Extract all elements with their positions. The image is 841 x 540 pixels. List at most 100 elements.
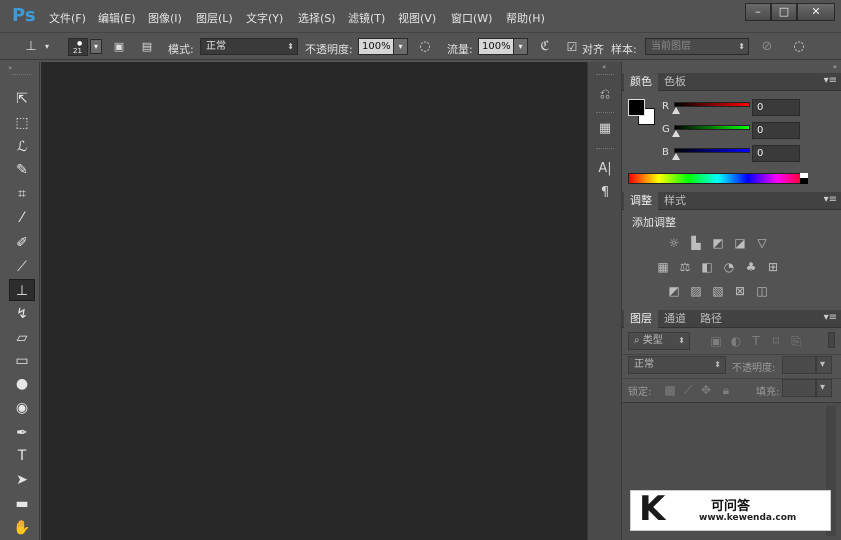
invert-icon[interactable]: ◩ — [666, 284, 682, 298]
clone-stamp-tool-icon[interactable]: ⊥ — [9, 279, 35, 301]
hand-tool-icon[interactable]: ✋ — [9, 517, 35, 539]
brightness-contrast-icon[interactable]: ☼ — [666, 236, 682, 250]
color-balance-icon[interactable]: ⚖ — [677, 260, 693, 274]
channel-mixer-icon[interactable]: ♣ — [743, 260, 759, 274]
ramp-black-swatch[interactable] — [800, 178, 808, 184]
tab-adjustments[interactable]: 调整 — [624, 192, 658, 210]
black-white-icon[interactable]: ◧ — [699, 260, 715, 274]
pen-tool-icon[interactable]: ✒ — [9, 422, 35, 444]
gradient-tool-icon[interactable]: ▭ — [9, 350, 35, 372]
clone-stamp-preset-icon[interactable]: ⊥ — [22, 38, 40, 56]
lasso-tool-icon[interactable]: ℒ — [9, 136, 35, 158]
dodge-tool-icon[interactable]: ◉ — [9, 397, 35, 419]
marquee-tool-icon[interactable]: ⬚ — [9, 112, 35, 134]
layer-filter-select[interactable]: ⌕ 类型 ⬍ — [628, 332, 690, 350]
type-tool-icon[interactable]: T — [9, 445, 35, 467]
character-panel-icon[interactable]: A| — [592, 158, 618, 180]
photo-filter-icon[interactable]: ◔ — [721, 260, 737, 274]
collapse-panels-icon[interactable]: » — [833, 63, 837, 71]
tab-channels[interactable]: 通道 — [658, 310, 692, 328]
panel-menu-icon[interactable]: ▾≡ — [824, 75, 837, 86]
menu-edit[interactable]: 编辑(E) — [98, 10, 136, 26]
menu-file[interactable]: 文件(F) — [49, 10, 86, 26]
tab-layers[interactable]: 图层 — [624, 310, 658, 328]
brush-tool-icon[interactable]: ⟋ — [9, 256, 35, 278]
fill-input[interactable] — [782, 379, 816, 397]
airbrush-icon[interactable]: ℭ — [536, 38, 554, 56]
brush-picker-dropdown[interactable]: ▾ — [90, 39, 102, 54]
move-tool-icon[interactable]: ⇱ — [9, 88, 35, 110]
paragraph-panel-icon[interactable]: ¶ — [592, 182, 618, 204]
properties-panel-icon[interactable]: ▦ — [592, 118, 618, 140]
dock-grip-2[interactable] — [596, 112, 614, 113]
maximize-button[interactable]: □ — [771, 3, 797, 21]
tab-paths[interactable]: 路径 — [694, 310, 728, 328]
path-select-tool-icon[interactable]: ➤ — [9, 469, 35, 491]
blur-tool-icon[interactable]: ● — [9, 373, 35, 395]
dock-grip-3[interactable] — [596, 148, 614, 149]
tab-swatches[interactable]: 色板 — [658, 73, 692, 91]
tools-grip[interactable] — [12, 74, 32, 75]
clone-source-icon[interactable]: ▤ — [138, 38, 156, 56]
menu-view[interactable]: 视图(V) — [398, 10, 436, 26]
pressure-opacity-icon[interactable]: ◌ — [416, 38, 434, 56]
menu-select[interactable]: 选择(S) — [298, 10, 336, 26]
channel-b-input[interactable]: 0 — [752, 145, 800, 162]
fill-dropdown[interactable]: ▾ — [816, 379, 832, 397]
layer-opacity-dropdown[interactable]: ▾ — [816, 356, 832, 374]
lock-all-icon[interactable]: 🔒︎ — [718, 383, 734, 397]
quick-select-tool-icon[interactable]: ✎ — [9, 159, 35, 181]
shape-tool-icon[interactable]: ▬ — [9, 493, 35, 515]
panel-menu-icon[interactable]: ▾≡ — [824, 312, 837, 323]
selective-color-icon[interactable]: ⊠ — [732, 284, 748, 298]
tool-preset-dropdown-icon[interactable]: ▾ — [42, 38, 52, 56]
menu-type[interactable]: 文字(Y) — [246, 10, 283, 26]
history-panel-icon[interactable]: ⎌ — [592, 84, 618, 106]
filter-toggle[interactable] — [828, 332, 835, 348]
panel-menu-icon[interactable]: ▾≡ — [824, 194, 837, 205]
ignore-adjustment-icon[interactable]: ⊘ — [758, 38, 776, 56]
tab-color[interactable]: 颜色 — [624, 73, 658, 91]
lock-transparent-icon[interactable]: ▩ — [662, 383, 678, 397]
eraser-tool-icon[interactable]: ▱ — [9, 327, 35, 349]
healing-brush-tool-icon[interactable]: ✐ — [9, 232, 35, 254]
threshold-icon[interactable]: ▧ — [710, 284, 726, 298]
crop-tool-icon[interactable]: ⌗ — [9, 183, 35, 205]
filter-smart-object-icon[interactable]: ⎘ — [788, 334, 804, 348]
color-lookup-icon[interactable]: ⊞ — [765, 260, 781, 274]
gradient-map-icon[interactable]: ◫ — [754, 284, 770, 298]
filter-pixel-icon[interactable]: ▣ — [708, 334, 724, 348]
channel-r-input[interactable]: 0 — [752, 99, 800, 116]
expand-dock-icon[interactable]: « — [602, 63, 606, 71]
filter-adjustment-icon[interactable]: ◐ — [728, 334, 744, 348]
levels-icon[interactable]: ▙ — [688, 236, 704, 250]
color-spectrum-ramp[interactable] — [628, 173, 808, 184]
sample-select[interactable]: 当前图层 ⬍ — [645, 38, 749, 55]
foreground-color-swatch[interactable] — [628, 99, 645, 116]
curves-icon[interactable]: ◩ — [710, 236, 726, 250]
menu-filter[interactable]: 滤镜(T) — [348, 10, 385, 26]
collapse-tools-icon[interactable]: » — [8, 64, 12, 72]
channel-g-slider[interactable] — [674, 125, 750, 130]
menu-help[interactable]: 帮助(H) — [506, 10, 545, 26]
opacity-input[interactable]: 100% — [358, 38, 394, 55]
exposure-icon[interactable]: ◪ — [732, 236, 748, 250]
flow-input[interactable]: 100% — [478, 38, 514, 55]
dock-grip[interactable] — [596, 74, 614, 75]
flow-dropdown[interactable]: ▾ — [513, 38, 528, 55]
lock-image-icon[interactable]: ⟋ — [680, 383, 696, 397]
menu-image[interactable]: 图像(I) — [148, 10, 182, 26]
posterize-icon[interactable]: ▨ — [688, 284, 704, 298]
mode-select[interactable]: 正常 ⬍ — [200, 38, 298, 55]
channel-b-thumb[interactable] — [672, 153, 680, 160]
brush-preview[interactable]: ● 21 — [68, 38, 88, 56]
menu-window[interactable]: 窗口(W) — [451, 10, 492, 26]
channel-b-slider[interactable] — [674, 148, 750, 153]
opacity-dropdown[interactable]: ▾ — [393, 38, 408, 55]
menu-layer[interactable]: 图层(L) — [196, 10, 233, 26]
close-button[interactable]: ✕ — [797, 3, 835, 21]
blend-mode-select[interactable]: 正常 ⬍ — [628, 356, 726, 374]
channel-r-thumb[interactable] — [672, 107, 680, 114]
brush-panel-icon[interactable]: ▣ — [110, 38, 128, 56]
layer-opacity-input[interactable] — [782, 356, 816, 374]
